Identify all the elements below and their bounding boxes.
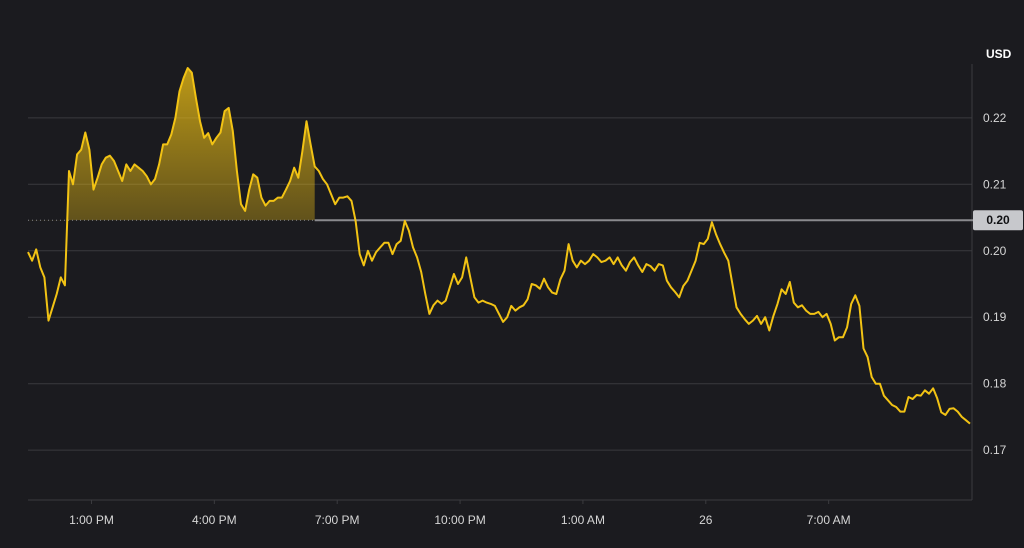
x-tick-label: 7:00 AM <box>807 513 851 527</box>
y-tick-label: 0.20 <box>983 244 1007 258</box>
y-tick-label: 0.18 <box>983 377 1007 391</box>
axis-layer <box>28 64 973 504</box>
y-tick-label: 0.19 <box>983 310 1007 324</box>
x-tick-label: 4:00 PM <box>192 513 237 527</box>
x-axis-labels: 1:00 PM 4:00 PM 7:00 PM 10:00 PM 1:00 AM 26 7:… <box>69 513 851 527</box>
x-tick-label: 7:00 PM <box>315 513 360 527</box>
area-above-reference <box>67 68 315 221</box>
y-tick-label: 0.22 <box>983 111 1007 125</box>
price-badge-text: 0.20 <box>986 213 1010 227</box>
x-tick-label: 10:00 PM <box>434 513 485 527</box>
y-tick-label: 0.17 <box>983 443 1007 457</box>
x-tick-label: 1:00 AM <box>561 513 605 527</box>
x-tick-label: 1:00 PM <box>69 513 114 527</box>
currency-unit-label: USD <box>986 47 1012 61</box>
price-chart-svg[interactable]: 0.17 0.18 0.19 0.20 0.21 0.22 1:00 PM 4:00 PM 7… <box>0 0 1024 548</box>
price-series-line <box>27 67 971 425</box>
x-tick-label: 26 <box>699 513 713 527</box>
price-chart[interactable]: 0.17 0.18 0.19 0.20 0.21 0.22 1:00 PM 4:00 PM 7… <box>0 0 1024 548</box>
current-price-badge: 0.20 <box>973 210 1023 231</box>
y-tick-label: 0.21 <box>983 177 1007 191</box>
y-axis-labels: 0.17 0.18 0.19 0.20 0.21 0.22 <box>983 111 1007 457</box>
